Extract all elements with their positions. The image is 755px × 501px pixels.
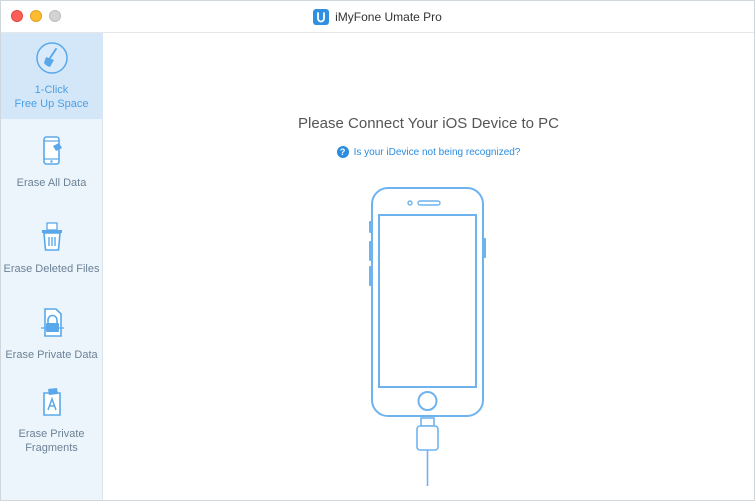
app-logo-icon [313,8,330,25]
close-window-button[interactable] [11,10,23,22]
device-not-recognized-link[interactable]: ? Is your iDevice not being recognized? [103,146,754,158]
window-title-group: iMyFone Umate Pro [313,8,442,25]
sidebar-item-label: Erase Deleted Files [3,263,100,275]
phone-erase-icon [35,134,69,168]
sidebar-item-label: Erase All Data [16,177,87,189]
sidebar-item-label: 1-Click Free Up Space [14,84,89,110]
window-controls [11,10,61,22]
cable-plug-tip [420,417,435,427]
iphone-graphic [369,187,486,486]
trash-files-icon [35,220,69,254]
sidebar-item-label: Erase Private Fragments [18,428,85,454]
question-icon: ? [336,146,349,158]
cable-connector [416,425,439,451]
sidebar: 1-Click Free Up Space Erase All Data Era… [1,33,103,500]
phone-screen [378,214,477,388]
maximize-window-button[interactable] [49,10,61,22]
sidebar-item-free-up-space[interactable]: 1-Click Free Up Space [1,33,102,119]
broom-icon [35,41,69,75]
app-window: iMyFone Umate Pro 1-Click Free Up Space [0,0,755,501]
iphone-illustration [365,186,491,491]
private-data-icon [35,306,69,340]
title-bar: iMyFone Umate Pro [1,1,754,33]
minimize-window-button[interactable] [30,10,42,22]
sidebar-item-erase-deleted-files[interactable]: Erase Deleted Files [1,205,102,291]
sidebar-item-label: Erase Private Data [5,349,98,361]
sidebar-item-erase-private-data[interactable]: Erase Private Data [1,291,102,377]
sidebar-item-erase-private-fragments[interactable]: Erase Private Fragments [1,377,102,463]
help-link-text: Is your iDevice not being recognized? [353,146,521,158]
main-panel: Please Connect Your iOS Device to PC ? I… [103,33,754,500]
fragments-icon [35,385,69,419]
phone-home-button [417,391,438,411]
page-title: Please Connect Your iOS Device to PC [298,115,559,132]
window-title: iMyFone Umate Pro [335,9,442,24]
sidebar-item-erase-all-data[interactable]: Erase All Data [1,119,102,205]
